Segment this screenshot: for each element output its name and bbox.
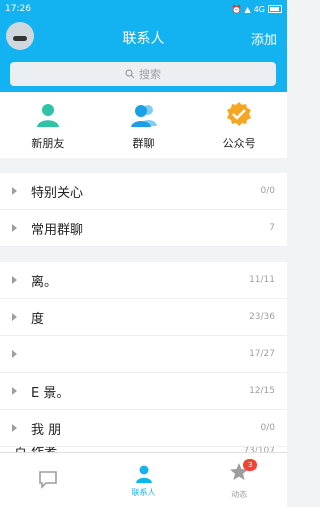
alarm-icon: ⏰ [231, 4, 242, 14]
quick-actions: 新朋友 群聊 公众号 [0, 92, 287, 158]
title-bar: 联系人 添加 [0, 18, 287, 56]
quick-label: 群聊 [132, 137, 155, 150]
person-icon [36, 104, 59, 127]
page-title: 联系人 [122, 31, 165, 47]
expand-arrow-icon [12, 276, 17, 284]
tab-label: 联系人 [131, 487, 156, 497]
badge-check-icon [227, 102, 252, 126]
expand-arrow-icon [12, 424, 17, 432]
group-name: 特别关心 [31, 185, 84, 201]
status-bar: 17:26 ⏰ ▲ 4G [0, 0, 287, 18]
group-row[interactable]: 17/27 [0, 336, 287, 373]
expand-arrow-icon [12, 187, 17, 195]
status-time: 17:26 [5, 4, 31, 14]
search-input[interactable]: 搜索 [10, 62, 276, 86]
group-count: 0/0 [260, 186, 275, 196]
group-count: 23/36 [249, 312, 275, 322]
expand-arrow-icon [12, 350, 17, 358]
group-row-frequent-chats[interactable]: 常用群聊 7 [0, 210, 287, 247]
group-name: 我 朋 [31, 422, 62, 438]
message-icon [39, 471, 57, 489]
group-name: 度 [31, 311, 45, 327]
search-icon [125, 69, 135, 79]
quick-label: 新朋友 [31, 137, 65, 150]
group-count: 17/27 [249, 349, 275, 359]
network-label: 4G [253, 4, 265, 14]
add-button[interactable]: 添加 [251, 29, 277, 48]
group-icon [130, 105, 157, 127]
group-row-special-care[interactable]: 特别关心 0/0 [0, 173, 287, 210]
expand-arrow-icon [12, 313, 17, 321]
group-row[interactable]: 度 23/36 [0, 299, 287, 336]
quick-label: 公众号 [222, 137, 256, 150]
search-area: 搜索 [0, 56, 287, 92]
group-name: 离。 [31, 274, 58, 290]
group-row[interactable]: 我 朋 0/0 [0, 410, 287, 447]
group-count: 11/11 [249, 275, 275, 285]
group-row[interactable]: E 景。 12/15 [0, 373, 287, 410]
tab-messages[interactable] [0, 453, 96, 507]
moments-badge-wrap: 3 [228, 458, 258, 487]
battery-icon [268, 5, 282, 13]
expand-arrow-icon [12, 387, 17, 395]
expand-arrow-icon [12, 224, 17, 232]
tab-contacts[interactable]: 联系人 [96, 453, 192, 507]
group-name: 常用群聊 [31, 222, 84, 238]
group-count: 7 [269, 223, 275, 233]
quick-official-accounts[interactable]: 公众号 [191, 92, 287, 158]
group-count: 0/0 [260, 423, 275, 433]
bottom-tab-bar: 联系人 3 动态 [0, 452, 287, 507]
group-name: E 景。 [31, 385, 70, 401]
tab-label: 动态 [231, 489, 248, 499]
status-icons: ⏰ ▲ 4G [232, 5, 282, 14]
group-row[interactable]: 离。 11/11 [0, 262, 287, 299]
notification-badge: 3 [243, 458, 258, 471]
tab-moments[interactable]: 3 动态 [191, 453, 287, 507]
quick-new-friends[interactable]: 新朋友 [0, 92, 96, 158]
signal-icon: ▲ [244, 4, 251, 14]
contacts-icon [135, 465, 152, 483]
search-placeholder: 搜索 [139, 68, 161, 81]
group-count: 12/15 [249, 386, 275, 396]
quick-groups[interactable]: 群聊 [96, 92, 192, 158]
